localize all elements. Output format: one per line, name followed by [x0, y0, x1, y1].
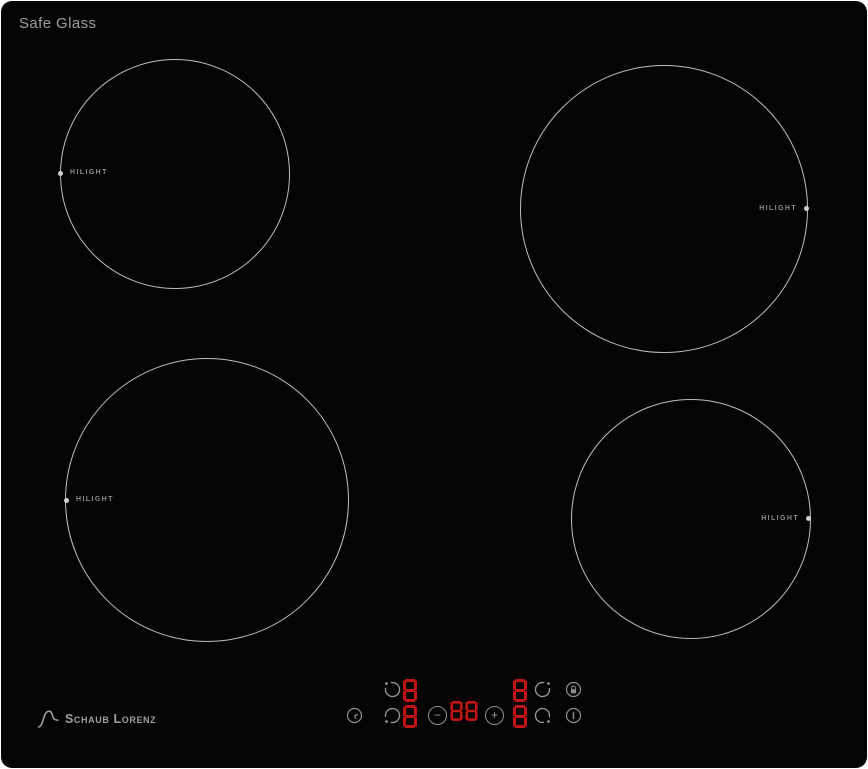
burner-select-front-right-button[interactable] [533, 706, 552, 725]
child-lock-button[interactable] [564, 680, 583, 699]
display-front-left [403, 705, 417, 728]
minus-icon: − [434, 709, 441, 721]
power-icon [564, 706, 583, 725]
burner-selector-icon [383, 680, 402, 699]
burner-select-rear-left-button[interactable] [383, 680, 402, 699]
brand-logo-text: Schaub Lorenz [65, 712, 156, 726]
clock-icon [345, 706, 364, 725]
hilight-dot [58, 171, 63, 176]
hilight-dot [806, 516, 811, 521]
padlock-icon [564, 680, 583, 699]
minus-button[interactable]: − [428, 706, 447, 725]
cooktop-surface: Safe Glass HILIGHT HILIGHT HILIGHT HILIG… [1, 1, 867, 768]
power-button[interactable] [564, 706, 583, 725]
display-rear-left [403, 679, 417, 702]
brand-logo: Schaub Lorenz [37, 709, 156, 729]
hilight-label-front-right: HILIGHT [747, 515, 799, 523]
burner-select-rear-right-button[interactable] [533, 680, 552, 699]
product-image: Safe Glass HILIGHT HILIGHT HILIGHT HILIG… [0, 0, 868, 769]
burner-selector-icon [533, 706, 552, 725]
hilight-label-front-left: HILIGHT [76, 496, 114, 504]
burner-select-front-left-button[interactable] [383, 706, 402, 725]
plus-button[interactable]: + [485, 706, 504, 725]
display-front-right [513, 705, 527, 728]
safety-glass-label: Safe Glass [19, 15, 96, 32]
hilight-dot [64, 498, 69, 503]
display-rear-right [513, 679, 527, 702]
burner-selector-icon [533, 680, 552, 699]
burner-selector-icon [383, 706, 402, 725]
schaub-lorenz-mark-icon [37, 709, 61, 729]
hilight-label-rear-right: HILIGHT [745, 205, 797, 213]
hilight-label-rear-left: HILIGHT [70, 169, 108, 177]
hilight-dot [804, 206, 809, 211]
display-timer [450, 701, 478, 721]
plus-icon: + [491, 709, 498, 721]
timer-button[interactable] [345, 706, 364, 725]
